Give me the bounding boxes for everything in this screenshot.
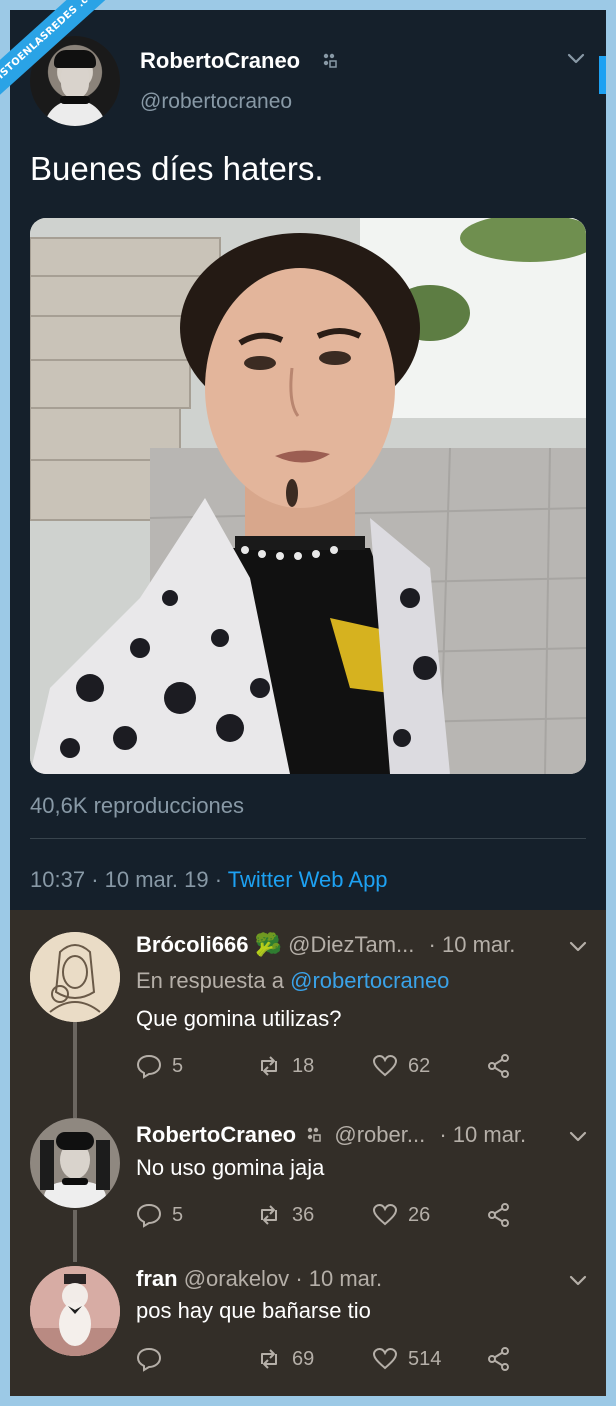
retweet-icon <box>261 1349 277 1369</box>
reply-button[interactable]: 5 <box>136 1200 183 1230</box>
share-icon <box>488 1347 509 1371</box>
share-button[interactable] <box>486 1344 522 1374</box>
meta-separator: · <box>439 1122 447 1147</box>
avatar-drawing <box>30 1266 120 1356</box>
chevron-down-icon[interactable] <box>568 1270 588 1290</box>
reply-text: Que gomina utilizas? <box>136 1006 342 1031</box>
reply-author-name[interactable]: fran <box>136 1266 178 1291</box>
reply-header: RobertoCraneo @rober... · 10 mar. <box>136 1122 526 1148</box>
scrollbar[interactable] <box>599 56 606 94</box>
tweet-time[interactable]: 10:37 <box>30 867 85 892</box>
like-count: 26 <box>408 1203 431 1226</box>
heart-icon <box>372 1054 398 1077</box>
retweet-icon <box>261 1056 277 1076</box>
in-reply-to: En respuesta a @robertocraneo <box>136 968 449 994</box>
reply-author-name[interactable]: RobertoCraneo <box>136 1122 296 1147</box>
like-count: 62 <box>408 1054 431 1077</box>
reply-actions: 69 514 <box>136 1344 536 1374</box>
screenshot-frame: RobertoCraneo @robertocraneo Buenes díes… <box>10 10 606 1396</box>
divider <box>30 838 586 839</box>
reply-date[interactable]: 10 mar. <box>442 932 515 957</box>
like-button[interactable]: 62 <box>372 1051 430 1081</box>
reply-count: 5 <box>172 1203 184 1226</box>
reply-text: No uso gomina jaja <box>136 1155 325 1180</box>
chevron-down-icon[interactable] <box>568 936 588 956</box>
thread-line <box>73 1210 77 1262</box>
share-button[interactable] <box>486 1200 522 1230</box>
tweet-meta: 10:37 · 10 mar. 19 · Twitter Web App <box>30 867 388 893</box>
reply-header: Brócoli666 🥦 @DiezTam... · 10 mar. <box>136 932 515 958</box>
share-icon <box>488 1054 509 1078</box>
video-frame-image <box>30 218 586 774</box>
reply-button[interactable]: 5 <box>136 1051 183 1081</box>
reply-avatar[interactable] <box>30 1266 120 1356</box>
share-icon <box>488 1203 509 1227</box>
reply-button[interactable] <box>136 1344 172 1374</box>
reply-text: pos hay que bañarse tio <box>136 1298 371 1323</box>
reply-actions: 5 18 62 <box>136 1051 536 1081</box>
reply-header: fran @orakelov · 10 mar. <box>136 1266 382 1292</box>
retweet-button[interactable]: 36 <box>256 1200 314 1230</box>
retweet-count: 18 <box>292 1054 315 1077</box>
tweet-source[interactable]: Twitter Web App <box>228 867 388 892</box>
tweet-date[interactable]: 10 mar. 19 <box>105 867 209 892</box>
retweet-count: 36 <box>292 1203 315 1226</box>
tweet-video[interactable] <box>30 218 586 774</box>
reply-date[interactable]: 10 mar. <box>309 1266 382 1291</box>
replies-list: Brócoli666 🥦 @DiezTam... · 10 mar. En re… <box>10 910 606 1396</box>
reply-author-handle[interactable]: @DiezTam... <box>288 932 414 957</box>
retweet-button[interactable]: 18 <box>256 1051 314 1081</box>
share-button[interactable] <box>486 1051 522 1081</box>
meta-separator: · <box>428 932 436 957</box>
main-tweet: RobertoCraneo @robertocraneo Buenes díes… <box>10 10 606 910</box>
reply-date[interactable]: 10 mar. <box>453 1122 526 1147</box>
view-count: 40,6K reproducciones <box>30 793 245 818</box>
retweet-count: 69 <box>292 1347 315 1370</box>
app-badge-icon <box>308 1127 321 1142</box>
tweet-text: Buenes díes haters. <box>30 150 324 187</box>
avatar-drawing <box>30 1118 120 1208</box>
chevron-down-icon[interactable] <box>568 1126 588 1146</box>
like-button[interactable]: 26 <box>372 1200 430 1230</box>
comment-icon <box>136 1054 162 1079</box>
meta-separator: · <box>91 867 99 892</box>
retweet-icon <box>261 1205 277 1225</box>
heart-icon <box>372 1203 398 1226</box>
reply-count: 5 <box>172 1054 184 1077</box>
app-badge-icon <box>323 53 337 68</box>
broccoli-emoji-icon: 🥦 <box>254 932 283 957</box>
heart-icon <box>372 1347 398 1370</box>
meta-separator: · <box>295 1266 303 1291</box>
reply-avatar[interactable] <box>30 1118 120 1208</box>
chevron-down-icon[interactable] <box>566 48 586 68</box>
avatar-drawing <box>30 932 120 1022</box>
author-name[interactable]: RobertoCraneo <box>140 48 300 74</box>
in-reply-handle[interactable]: @robertocraneo <box>290 968 449 993</box>
like-count: 514 <box>408 1347 442 1370</box>
like-button[interactable]: 514 <box>372 1344 441 1374</box>
reply-actions: 5 36 26 <box>136 1200 536 1230</box>
comment-icon <box>136 1203 162 1228</box>
reply-author-handle[interactable]: @rober... <box>334 1122 425 1147</box>
meta-separator: · <box>214 867 223 892</box>
author-handle[interactable]: @robertocraneo <box>140 90 292 114</box>
comment-icon <box>136 1347 162 1372</box>
reply-author-name[interactable]: Brócoli666 <box>136 932 249 957</box>
thread-line <box>73 1022 77 1118</box>
retweet-button[interactable]: 69 <box>256 1344 314 1374</box>
reply-author-handle[interactable]: @orakelov <box>184 1266 290 1291</box>
in-reply-prefix: En respuesta a <box>136 968 284 993</box>
reply-avatar[interactable] <box>30 932 120 1022</box>
